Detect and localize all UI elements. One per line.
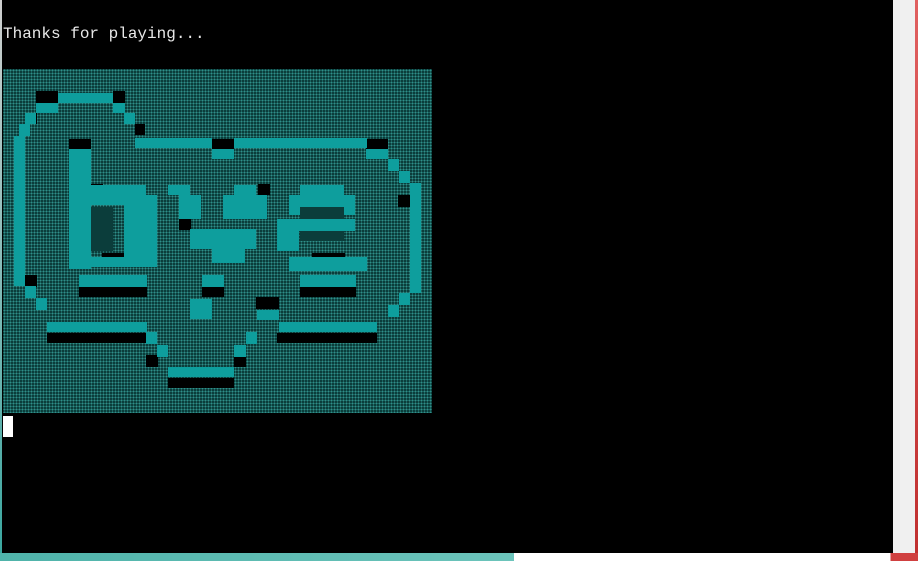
window-bottom-edge bbox=[0, 553, 918, 561]
bye-banner-icon bbox=[3, 69, 432, 413]
console-window[interactable]: Thanks for playing... bbox=[2, 0, 893, 553]
bye-banner-graphic bbox=[14, 91, 421, 388]
thanks-message: Thanks for playing... bbox=[3, 25, 205, 43]
block-cursor-icon bbox=[3, 416, 13, 437]
